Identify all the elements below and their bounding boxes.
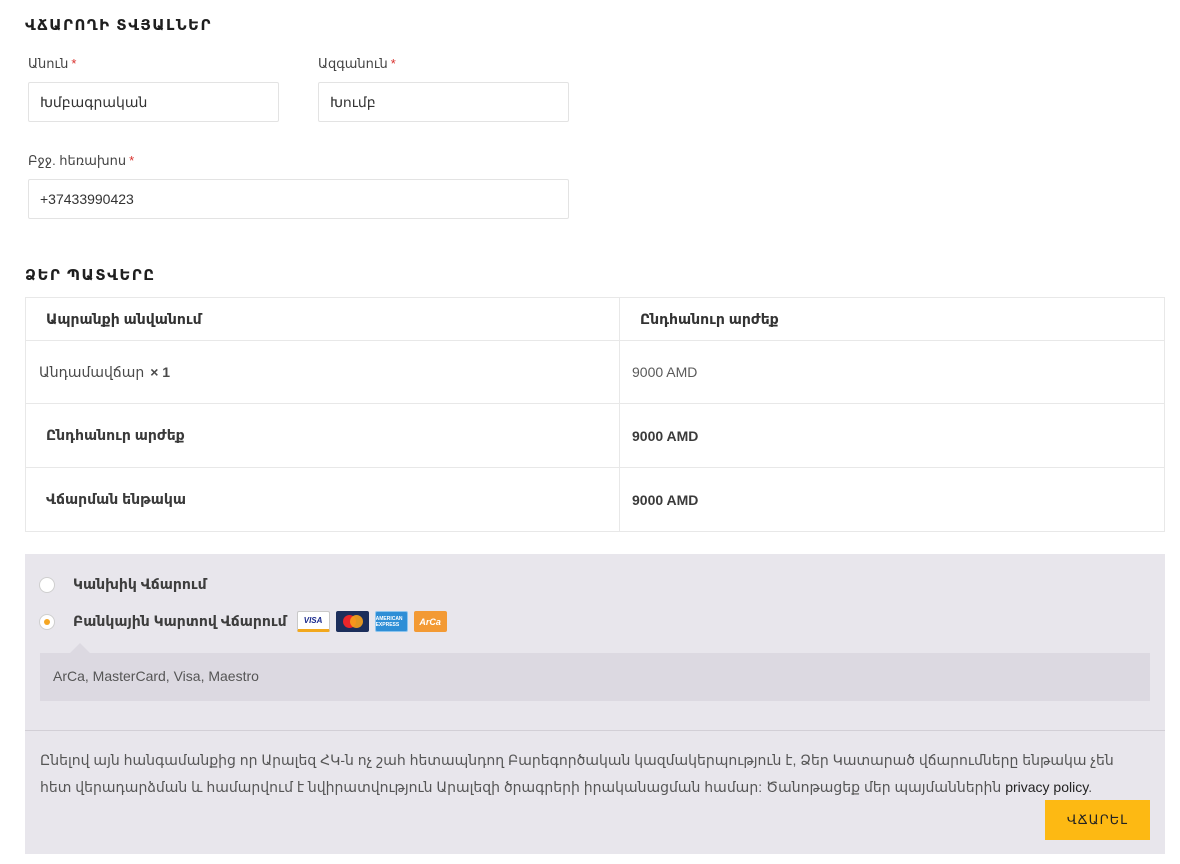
table-header-row: Ապրանքի անվանում Ընդհանուր արժեք (25, 297, 1165, 341)
privacy-policy-link[interactable]: privacy policy (1005, 779, 1088, 795)
card-logos: VISA AMERICAN EXPRESS ArCa (296, 611, 453, 632)
table-row: Անդամավճար × 1 9000 AMD (25, 340, 1165, 404)
visa-logo-icon: VISA (296, 611, 330, 632)
subtotal-label: Ընդհանուր արժեք (25, 403, 620, 468)
column-header-product: Ապրանքի անվանում (25, 297, 620, 341)
last-name-label: Ազգանուն * (318, 56, 396, 72)
payment-option-card[interactable]: Բանկային Կարտով Վճարում VISA AMERICAN EX… (39, 611, 453, 632)
required-marker: * (390, 56, 396, 71)
payable-value: 9000 AMD (619, 467, 1165, 532)
radio-button-card[interactable] (39, 613, 55, 630)
last-name-input[interactable] (318, 82, 569, 122)
required-marker: * (129, 153, 135, 168)
product-quantity: × 1 (150, 363, 171, 380)
last-name-label-text: Ազգանուն (318, 56, 388, 71)
payment-option-card-label[interactable]: Բանկային Կարտով Վճարում (73, 613, 287, 630)
product-total: 9000 AMD (619, 340, 1165, 404)
phone-label: Բջջ. հեռախոս * (28, 153, 134, 169)
payment-option-cash-label[interactable]: Կանխիկ Վճարում (73, 576, 207, 593)
first-name-label: Անուն * (28, 56, 76, 72)
order-title: ՁԵՐ ՊԱՏՎԵՐԸ (25, 267, 156, 284)
radio-button-cash[interactable] (39, 576, 55, 593)
payment-option-cash[interactable]: Կանխիկ Վճարում (39, 576, 207, 593)
payable-row: Վճարման ենթակա 9000 AMD (25, 467, 1165, 532)
phone-input[interactable] (28, 179, 569, 219)
first-name-input[interactable] (28, 82, 279, 122)
first-name-label-text: Անուն (28, 56, 69, 71)
billing-title: ՎՃԱՐՈՂԻ ՏՎՅԱԼՆԵՐ (25, 17, 212, 34)
order-table: Ապրանքի անվանում Ընդհանուր արժեք Անդամավ… (25, 297, 1165, 532)
subtotal-row: Ընդհանուր արժեք 9000 AMD (25, 403, 1165, 468)
payable-label: Վճարման ենթակա (25, 467, 620, 532)
required-marker: * (71, 56, 77, 71)
payment-section: Կանխիկ Վճարում Բանկային Կարտով Վճարում V… (25, 554, 1165, 854)
privacy-notice-end: . (1088, 779, 1093, 795)
place-order-button[interactable]: ՎՃԱՐԵԼ (1045, 800, 1150, 840)
subtotal-value: 9000 AMD (619, 403, 1165, 468)
amex-logo-icon: AMERICAN EXPRESS (374, 611, 408, 632)
phone-label-text: Բջջ. հեռախոս (28, 153, 127, 168)
product-name: Անդամավճար (39, 363, 145, 380)
divider (25, 730, 1165, 731)
mastercard-logo-icon (335, 611, 369, 632)
privacy-notice-text: Ընելով այն հանգամանքից որ Արալեզ ՀԿ-ն ոչ… (40, 752, 1114, 795)
privacy-notice: Ընելով այն հանգամանքից որ Արալեզ ՀԿ-ն ոչ… (40, 747, 1130, 801)
product-cell: Անդամավճար × 1 (25, 340, 620, 404)
arca-logo-icon: ArCa (413, 611, 447, 632)
column-header-total: Ընդհանուր արժեք (619, 297, 1165, 341)
payment-method-description: ArCa, MasterCard, Visa, Maestro (40, 643, 1150, 701)
